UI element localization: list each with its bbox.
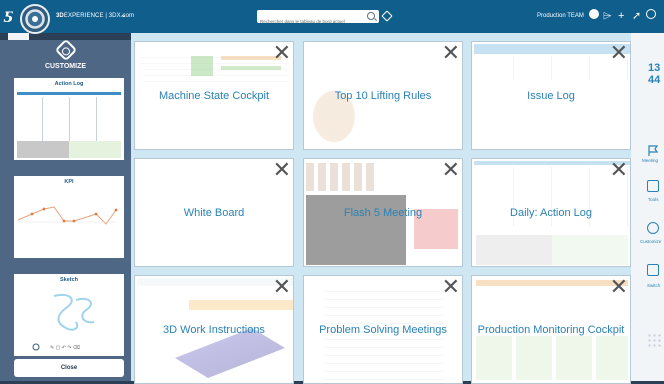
tile-preview (552, 235, 628, 265)
thumbnail-label: Action Log (54, 81, 84, 87)
close-icon[interactable]: ✕ (442, 276, 460, 298)
kpi-sparkline (17, 206, 118, 225)
customize-title: CUSTOMIZE (44, 63, 87, 70)
tile-preview (137, 278, 293, 286)
tile-label: White Board (183, 207, 245, 219)
tile-preview-bar (191, 56, 213, 76)
tile-label: Top 10 Lifting Rules (334, 90, 432, 102)
header-bar (17, 92, 121, 95)
close-icon[interactable]: ✕ (442, 42, 460, 64)
green-block (69, 141, 121, 158)
tile-preview (474, 161, 630, 165)
team-label[interactable]: Production TEAM (537, 13, 584, 19)
tile-preview (476, 235, 552, 265)
tile-label: Machine State Cockpit (158, 90, 270, 102)
tile-flash-5-meeting[interactable]: Flash 5 Meeting ✕ (303, 158, 463, 267)
grey-block (17, 141, 69, 158)
close-icon[interactable]: ✕ (610, 42, 628, 64)
tile-label: 3D Work Instructions (163, 324, 265, 336)
search-input[interactable] (257, 15, 357, 28)
tile-preview (474, 44, 630, 54)
ds-logo-icon: ƽ (4, 7, 12, 23)
close-icon[interactable]: ✕ (442, 159, 460, 181)
svg-text:✎ ▢ ↶ ↷ ⌫: ✎ ▢ ↶ ↷ ⌫ (50, 345, 80, 351)
rail-label-tools[interactable]: Tools (648, 197, 659, 202)
search-icon[interactable] (367, 12, 375, 20)
tile-preview (476, 280, 628, 286)
chevron-down-icon[interactable]: ⌄ (120, 10, 127, 19)
tile-3d-work-instructions[interactable]: 3D Work Instructions ✕ (134, 275, 294, 384)
divider (96, 97, 97, 141)
close-button[interactable]: Close (14, 359, 124, 377)
tile-preview (310, 72, 370, 146)
close-icon[interactable]: ✕ (610, 159, 628, 181)
rail-label-customize[interactable]: Customize (640, 239, 661, 244)
add-icon[interactable]: + (618, 9, 624, 23)
counter-2: 44 (648, 74, 661, 86)
tile-label: Production Monitoring Cockpit (477, 324, 625, 336)
gear-icon[interactable] (647, 222, 659, 234)
close-icon[interactable]: ✕ (273, 42, 291, 64)
tile-preview (476, 56, 628, 80)
close-icon[interactable]: ✕ (273, 159, 291, 181)
tile-issue-log[interactable]: Issue Log ✕ (471, 41, 631, 150)
compass-icon[interactable] (20, 4, 50, 34)
thumbnail-action-log[interactable]: Action Log (14, 78, 124, 160)
divider (69, 97, 70, 141)
search-box (257, 10, 379, 28)
tile-label: Problem Solving Meetings (319, 324, 447, 336)
divider (42, 97, 43, 141)
tile-label: Daily: Action Log (510, 207, 592, 219)
thumbnail-sketch[interactable]: Sketch ✎ ▢ ↶ ↷ ⌫ (14, 274, 124, 356)
help-icon[interactable] (646, 9, 656, 23)
edit-icon[interactable] (647, 180, 659, 192)
share-icon[interactable]: ⌲ (603, 9, 612, 23)
close-icon[interactable]: ✕ (610, 276, 628, 298)
tile-problem-solving-meetings[interactable]: Problem Solving Meetings ✕ (303, 275, 463, 384)
tile-daily-action-log[interactable]: Daily: Action Log ✕ (471, 158, 631, 267)
tile-preview (189, 300, 293, 310)
thumbnail-kpi[interactable]: KPI (14, 176, 124, 258)
counter-1: 13 (648, 62, 661, 74)
rail-label-switch[interactable]: Switch (647, 283, 660, 288)
close-icon[interactable]: ✕ (273, 276, 291, 298)
flag-icon[interactable] (647, 144, 659, 156)
tile-preview-photo (306, 195, 406, 265)
drag-handle-icon[interactable] (647, 333, 661, 347)
tile-top-10-lifting-rules[interactable]: Top 10 Lifting Rules ✕ (303, 41, 463, 150)
tile-production-monitoring-cockpit[interactable]: Production Monitoring Cockpit ✕ (471, 275, 631, 384)
tile-preview (476, 336, 628, 380)
tile-label: Issue Log (527, 90, 575, 102)
switch-icon[interactable] (647, 264, 659, 276)
top-bar: ƽ 3DEXPERIENCE | 3DX.com ⌄ Production TE… (0, 0, 664, 34)
sketch-preview-icon: ✎ ▢ ↶ ↷ ⌫ (32, 294, 95, 351)
user-icon[interactable] (589, 9, 599, 23)
brand-bold: 3D (56, 13, 64, 19)
tile-preview (306, 163, 376, 191)
tile-machine-state-cockpit[interactable]: Machine State Cockpit ✕ (134, 41, 294, 150)
tile-white-board[interactable]: White Board ✕ (134, 158, 294, 267)
rail-label-meeting[interactable]: Meeting (642, 158, 658, 163)
tag-icon[interactable] (381, 10, 393, 22)
tile-preview-bar (221, 66, 281, 70)
send-icon[interactable]: ➚ (632, 9, 641, 23)
tile-label: Flash 5 Meeting (343, 207, 423, 219)
